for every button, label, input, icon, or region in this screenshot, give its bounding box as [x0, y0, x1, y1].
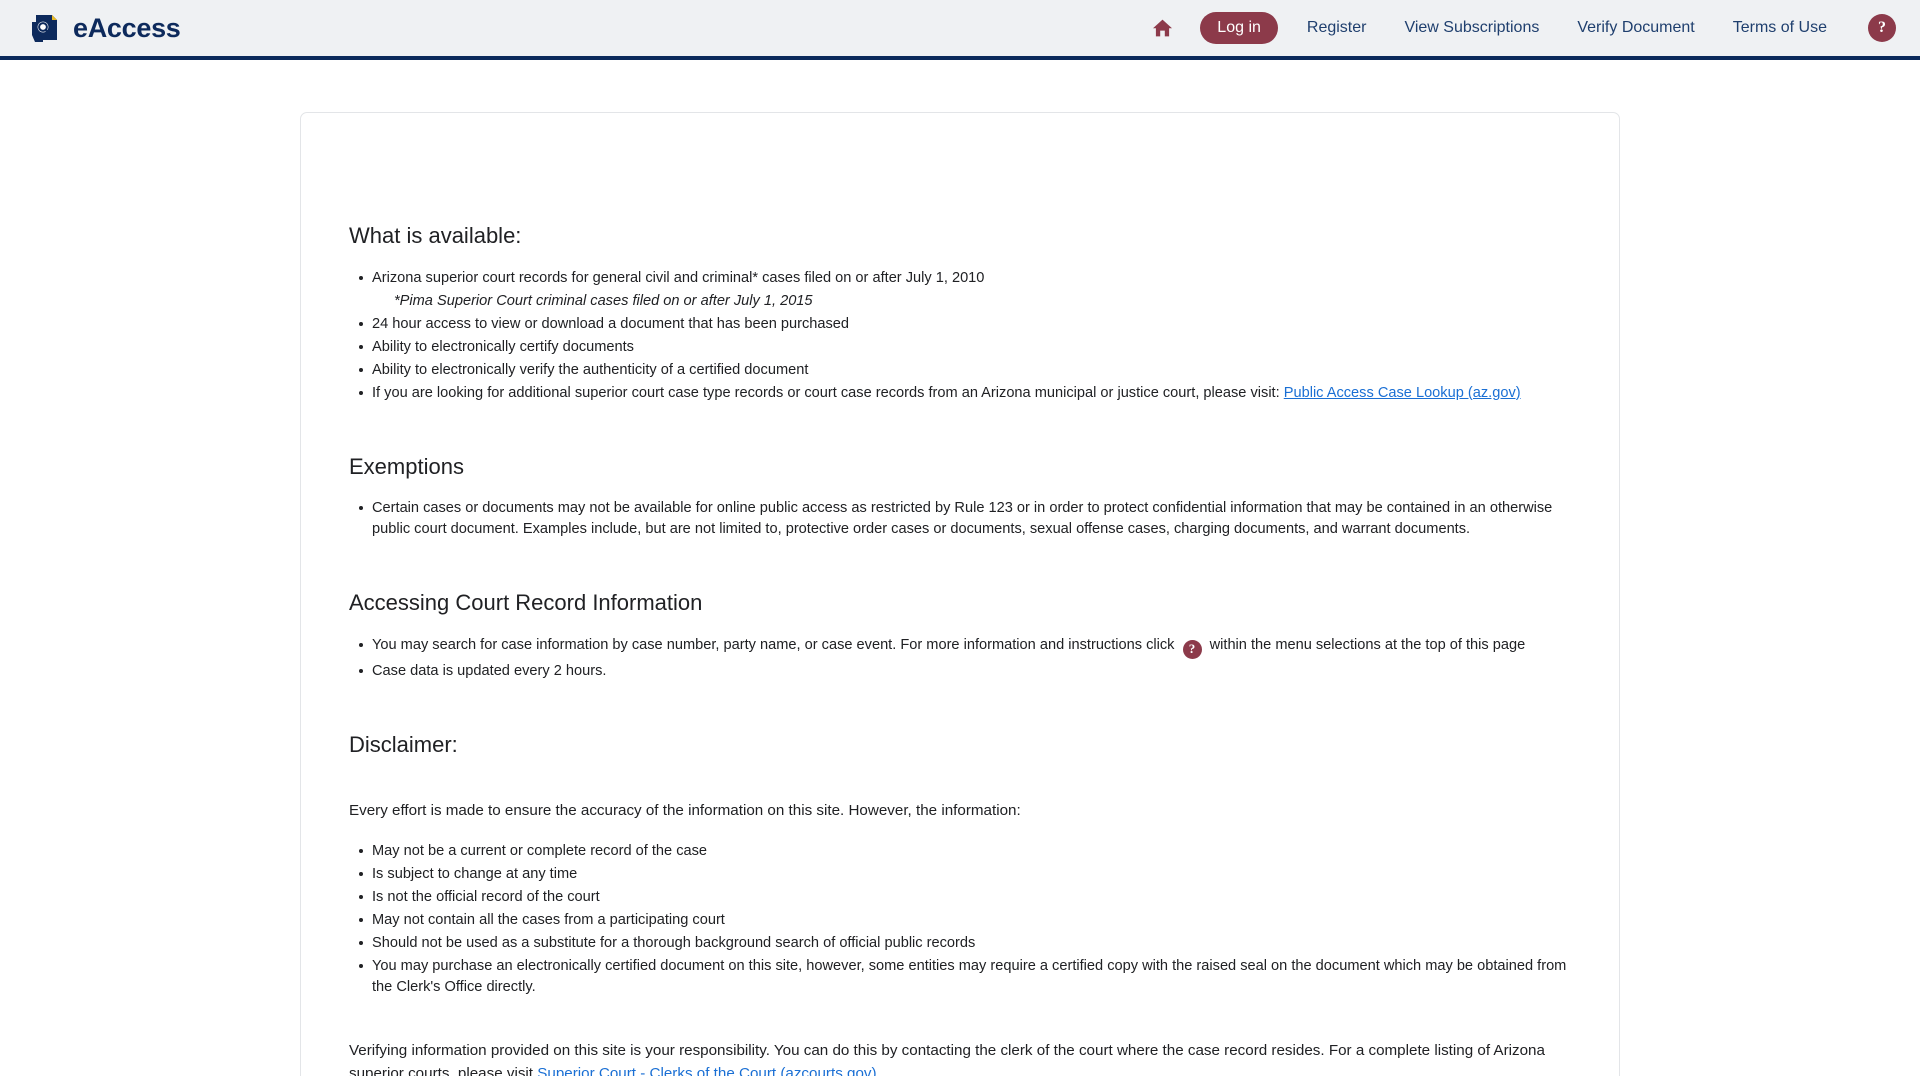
verifying-block: Verifying information provided on this s…: [349, 1040, 1571, 1076]
verifying-prefix: Verifying information provided on this s…: [349, 1042, 1545, 1076]
available-list: Arizona superior court records for gener…: [349, 268, 1571, 404]
list-item: You may search for case information by c…: [359, 635, 1571, 659]
nav-link-verify-document[interactable]: Verify Document: [1558, 11, 1713, 45]
site-header: eAccess Log in Register View Subscriptio…: [0, 0, 1920, 60]
public-access-case-lookup-link[interactable]: Public Access Case Lookup (az.gov): [1284, 385, 1521, 401]
list-item: 24 hour access to view or download a doc…: [359, 314, 1571, 335]
list-item: You may purchase an electronically certi…: [359, 956, 1571, 998]
list-item: Is not the official record of the court: [359, 887, 1571, 908]
nav-link-register[interactable]: Register: [1288, 11, 1386, 45]
section-title-disclaimer: Disclaimer:: [349, 731, 458, 757]
accessing-list: You may search for case information by c…: [349, 635, 1571, 682]
list-item: Ability to electronically certify docume…: [359, 337, 1571, 358]
verifying-suffix: .: [876, 1064, 881, 1076]
page-body: What is available: Arizona superior cour…: [0, 60, 1920, 1076]
home-icon[interactable]: [1140, 8, 1184, 48]
list-item: May not be a current or complete record …: [359, 841, 1571, 862]
section-title-exemptions: Exemptions: [349, 453, 464, 479]
nav-link-terms-of-use[interactable]: Terms of Use: [1714, 11, 1846, 45]
help-question-mark-icon[interactable]: ?: [1868, 14, 1896, 42]
arizona-document-search-icon: [28, 11, 62, 45]
available-lookup-prefix: If you are looking for additional superi…: [372, 384, 1280, 401]
exemptions-list: Certain cases or documents may not be av…: [349, 498, 1571, 540]
available-item-0-text: Arizona superior court records for gener…: [372, 269, 985, 286]
list-item: Arizona superior court records for gener…: [359, 268, 1571, 312]
inline-help-question-mark-icon: ?: [1182, 639, 1202, 659]
accessing-search-prefix: You may search for case information by c…: [372, 637, 1175, 654]
list-item: Certain cases or documents may not be av…: [359, 498, 1571, 540]
list-item: Should not be used as a substitute for a…: [359, 933, 1571, 954]
list-item: If you are looking for additional superi…: [359, 383, 1571, 404]
main-navigation: Log in Register View Subscriptions Verif…: [1140, 8, 1896, 48]
superior-court-clerks-link[interactable]: Superior Court - Clerks of the Court (az…: [537, 1065, 876, 1076]
brand-logo[interactable]: eAccess: [28, 11, 181, 45]
disclaimer-intro: Every effort is made to ensure the accur…: [349, 801, 1021, 819]
brand-name: eAccess: [73, 12, 181, 43]
disclaimer-intro-block: Every effort is made to ensure the accur…: [349, 800, 1571, 823]
list-item: Is subject to change at any time: [359, 864, 1571, 885]
list-item: May not contain all the cases from a par…: [359, 910, 1571, 931]
verifying-paragraph: Verifying information provided on this s…: [349, 1040, 1571, 1076]
accessing-search-suffix: within the menu selections at the top of…: [1209, 637, 1526, 654]
disclaimer-list: May not be a current or complete record …: [349, 841, 1571, 998]
section-title-accessing-court-record-information: Accessing Court Record Information: [349, 590, 703, 616]
available-subnote: *Pima Superior Court criminal cases file…: [394, 292, 813, 309]
log-in-button[interactable]: Log in: [1200, 11, 1278, 45]
nav-link-view-subscriptions[interactable]: View Subscriptions: [1385, 11, 1558, 45]
list-item: Case data is updated every 2 hours.: [359, 661, 1571, 682]
list-item: Ability to electronically verify the aut…: [359, 360, 1571, 381]
content-card: What is available: Arizona superior cour…: [300, 112, 1620, 1076]
section-title-what-is-available: What is available:: [349, 223, 522, 248]
